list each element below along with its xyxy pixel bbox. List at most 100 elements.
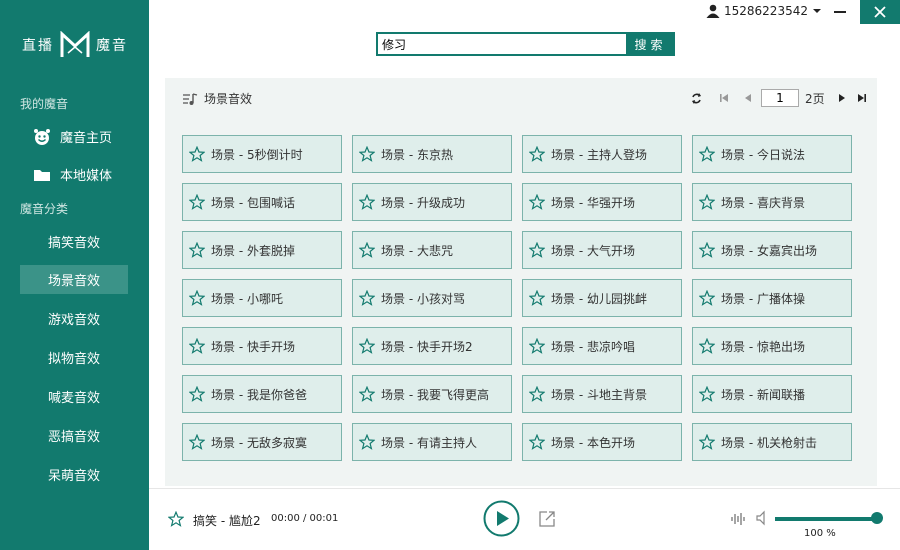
sound-tile[interactable]: 场景 - 我要飞得更高 [352, 375, 512, 413]
next-page-button[interactable] [835, 91, 849, 105]
last-page-button[interactable] [855, 91, 869, 105]
sound-tile[interactable]: 场景 - 喜庆背景 [692, 183, 852, 221]
favorite-star-icon[interactable] [699, 338, 715, 354]
last-page-icon [857, 94, 866, 102]
category-label: 搞笑音效 [47, 236, 100, 251]
sound-tile-label: 场景 - 大悲咒 [381, 243, 453, 258]
sound-tile[interactable]: 场景 - 惊艳出场 [692, 327, 852, 365]
sound-tile[interactable]: 场景 - 大悲咒 [352, 231, 512, 269]
first-page-button[interactable] [717, 91, 731, 105]
nav-item-local-media[interactable]: 本地媒体 [20, 160, 128, 189]
volume-fill [775, 517, 879, 521]
sound-tile-label: 场景 - 升级成功 [381, 195, 465, 210]
sound-tile[interactable]: 场景 - 我是你爸爸 [182, 375, 342, 413]
sound-tile[interactable]: 场景 - 小孩对骂 [352, 279, 512, 317]
sound-tile[interactable]: 场景 - 机关枪射击 [692, 423, 852, 461]
favorite-star-icon[interactable] [189, 338, 205, 354]
category-label: 游戏音效 [47, 313, 100, 328]
favorite-star-icon[interactable] [189, 242, 205, 258]
category-scene[interactable]: 场景音效 [20, 265, 128, 294]
play-button[interactable] [483, 500, 520, 537]
now-playing-title: 搞笑 - 尴尬2 [193, 514, 261, 528]
user-icon [706, 4, 720, 18]
sound-tile-label: 场景 - 新闻联播 [721, 387, 805, 402]
sound-tile[interactable]: 场景 - 幼儿园挑衅 [522, 279, 682, 317]
sound-tile[interactable]: 场景 - 本色开场 [522, 423, 682, 461]
nav-item-local-media-label: 本地媒体 [60, 169, 113, 184]
prev-page-button[interactable] [741, 91, 755, 105]
favorite-star-icon[interactable] [359, 242, 375, 258]
sound-tile[interactable]: 场景 - 无敌多寂寞 [182, 423, 342, 461]
category-funny[interactable]: 搞笑音效 [20, 227, 128, 256]
volume-slider[interactable] [775, 517, 879, 521]
favorite-star-icon[interactable] [359, 290, 375, 306]
sound-tile[interactable]: 场景 - 悲凉吟唱 [522, 327, 682, 365]
sound-tile[interactable]: 场景 - 主持人登场 [522, 135, 682, 173]
favorite-star-icon[interactable] [189, 434, 205, 450]
page-number-input[interactable] [761, 89, 799, 107]
refresh-button[interactable] [689, 91, 703, 105]
favorite-star-icon[interactable] [189, 194, 205, 210]
sound-tile[interactable]: 场景 - 5秒倒计时 [182, 135, 342, 173]
category-label: 拟物音效 [47, 352, 100, 367]
favorite-star-icon[interactable] [699, 290, 715, 306]
sound-tile[interactable]: 场景 - 有请主持人 [352, 423, 512, 461]
sound-tile[interactable]: 场景 - 今日说法 [692, 135, 852, 173]
sound-tile[interactable]: 场景 - 小哪吒 [182, 279, 342, 317]
favorite-star-icon[interactable] [699, 386, 715, 402]
favorite-star-icon[interactable] [359, 194, 375, 210]
sound-tile[interactable]: 场景 - 外套脱掉 [182, 231, 342, 269]
favorite-star-icon[interactable] [699, 194, 715, 210]
sound-tile[interactable]: 场景 - 广播体操 [692, 279, 852, 317]
favorite-star-icon[interactable] [529, 290, 545, 306]
sound-tile[interactable]: 场景 - 华强开场 [522, 183, 682, 221]
volume-knob[interactable] [871, 512, 883, 524]
favorite-star-icon[interactable] [189, 386, 205, 402]
minimize-button[interactable] [820, 0, 860, 24]
favorite-star-icon[interactable] [529, 146, 545, 162]
volume-icon[interactable] [755, 510, 771, 526]
favorite-star-icon[interactable] [189, 290, 205, 306]
section-my-moyin: 我的魔音 [20, 97, 69, 111]
share-icon[interactable] [538, 510, 556, 528]
favorite-star-icon[interactable] [529, 386, 545, 402]
category-game[interactable]: 游戏音效 [20, 304, 128, 333]
favorite-star-icon[interactable] [529, 242, 545, 258]
favorite-star-icon[interactable] [189, 146, 205, 162]
favorite-star-icon[interactable] [359, 434, 375, 450]
sound-tile[interactable]: 场景 - 包围喊话 [182, 183, 342, 221]
sound-tile[interactable]: 场景 - 斗地主背景 [522, 375, 682, 413]
category-label: 呆萌音效 [47, 469, 100, 484]
equalizer-icon[interactable] [730, 511, 746, 527]
favorite-star-icon[interactable] [359, 146, 375, 162]
sound-tile[interactable]: 场景 - 大气开场 [522, 231, 682, 269]
sound-tile[interactable]: 场景 - 快手开场 [182, 327, 342, 365]
section-title: 场景音效 [204, 92, 253, 106]
sound-tile[interactable]: 场景 - 快手开场2 [352, 327, 512, 365]
app-logo: 直播 魔音 [22, 30, 128, 60]
sound-tile-label: 场景 - 本色开场 [551, 435, 635, 450]
sound-tile[interactable]: 场景 - 新闻联播 [692, 375, 852, 413]
user-menu[interactable]: 15286223542 [706, 4, 822, 18]
category-cute[interactable]: 呆萌音效 [20, 460, 128, 489]
favorite-star-icon[interactable] [699, 242, 715, 258]
favorite-star-icon[interactable] [699, 146, 715, 162]
sound-tile[interactable]: 场景 - 升级成功 [352, 183, 512, 221]
sound-tile[interactable]: 场景 - 东京热 [352, 135, 512, 173]
favorite-star-icon[interactable] [168, 511, 184, 527]
nav-item-home[interactable]: 魔音主页 [20, 122, 128, 151]
favorite-star-icon[interactable] [529, 434, 545, 450]
sound-tile-label: 场景 - 快手开场2 [381, 339, 473, 354]
category-label: 场景音效 [47, 274, 100, 289]
favorite-star-icon[interactable] [529, 338, 545, 354]
favorite-star-icon[interactable] [529, 194, 545, 210]
favorite-star-icon[interactable] [699, 434, 715, 450]
sound-tile[interactable]: 场景 - 女嘉宾出场 [692, 231, 852, 269]
close-button[interactable] [860, 0, 900, 24]
category-onomatopoeia[interactable]: 拟物音效 [20, 343, 128, 372]
favorite-star-icon[interactable] [359, 386, 375, 402]
category-mc[interactable]: 喊麦音效 [20, 382, 128, 411]
favorite-star-icon[interactable] [359, 338, 375, 354]
category-spoof[interactable]: 恶搞音效 [20, 421, 128, 450]
search-button[interactable]: 搜索 [626, 32, 675, 56]
